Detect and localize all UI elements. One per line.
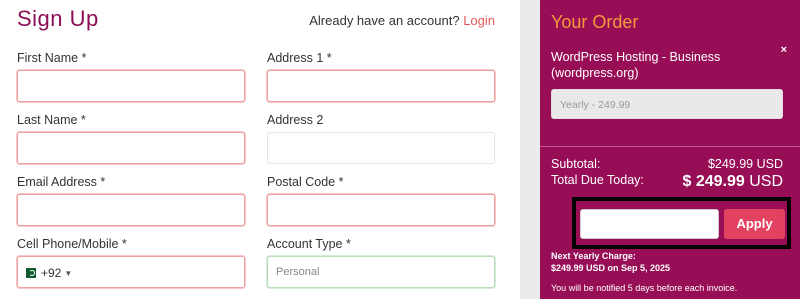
apply-button[interactable]: Apply bbox=[724, 209, 785, 239]
divider bbox=[540, 146, 800, 147]
country-code-selector[interactable]: +92 ▼ bbox=[22, 261, 76, 285]
next-charge-label: Next Yearly Charge: bbox=[551, 251, 636, 261]
pakistan-flag-icon bbox=[22, 268, 36, 278]
login-link[interactable]: Login bbox=[463, 13, 495, 28]
total-due-value: $ 249.99 USD bbox=[682, 173, 783, 191]
first-name-label: First Name * bbox=[17, 51, 87, 65]
postal-code-input[interactable] bbox=[267, 194, 495, 226]
promo-code-input[interactable] bbox=[580, 209, 719, 239]
order-summary-panel: Your Order WordPress Hosting - Business … bbox=[540, 0, 800, 299]
page-title: Sign Up bbox=[17, 6, 99, 31]
login-prompt: Already have an account? Login bbox=[309, 13, 495, 28]
account-type-label: Account Type * bbox=[267, 237, 351, 251]
phone-input[interactable]: +92 ▼ bbox=[17, 256, 245, 288]
account-type-input[interactable]: Personal bbox=[267, 256, 495, 288]
last-name-label: Last Name * bbox=[17, 113, 86, 127]
account-type-value: Personal bbox=[276, 266, 320, 278]
last-name-input[interactable] bbox=[17, 132, 245, 164]
next-charge-info: Next Yearly Charge: $249.99 USD on Sep 5… bbox=[551, 250, 670, 274]
promo-code-box: Apply bbox=[572, 197, 791, 249]
close-icon[interactable]: × bbox=[781, 44, 787, 56]
address1-label: Address 1 * bbox=[267, 51, 332, 65]
next-charge-detail: $249.99 USD on Sep 5, 2025 bbox=[551, 263, 671, 273]
total-due-currency: USD bbox=[749, 173, 783, 190]
phone-label: Cell Phone/Mobile * bbox=[17, 237, 127, 251]
email-input[interactable] bbox=[17, 194, 245, 226]
country-code: +92 bbox=[41, 266, 62, 280]
address2-input[interactable] bbox=[267, 132, 495, 164]
subtotal-value: $249.99 USD bbox=[707, 157, 783, 171]
total-due-label: Total Due Today: bbox=[551, 173, 644, 187]
order-title: Your Order bbox=[551, 12, 639, 32]
subtotal-label: Subtotal: bbox=[551, 157, 601, 171]
billing-cycle-select[interactable]: Yearly - 249.99 bbox=[551, 89, 783, 119]
billing-cycle-value: Yearly - 249.99 bbox=[560, 99, 631, 111]
order-item-name: WordPress Hosting - Business (wordpress.… bbox=[551, 50, 721, 80]
chevron-down-icon: ▼ bbox=[64, 268, 73, 278]
address2-label: Address 2 bbox=[267, 113, 324, 127]
postal-code-label: Postal Code * bbox=[267, 175, 344, 189]
invoice-notice: You will be notified 5 days before each … bbox=[551, 283, 738, 293]
total-due-amount: $ 249.99 bbox=[682, 173, 745, 190]
panel-gutter bbox=[520, 0, 540, 299]
address1-input[interactable] bbox=[267, 70, 495, 102]
email-label: Email Address * bbox=[17, 175, 106, 189]
signup-form: Sign Up Already have an account? Login F… bbox=[0, 0, 520, 299]
first-name-input[interactable] bbox=[17, 70, 245, 102]
already-account-text: Already have an account? bbox=[309, 13, 460, 28]
